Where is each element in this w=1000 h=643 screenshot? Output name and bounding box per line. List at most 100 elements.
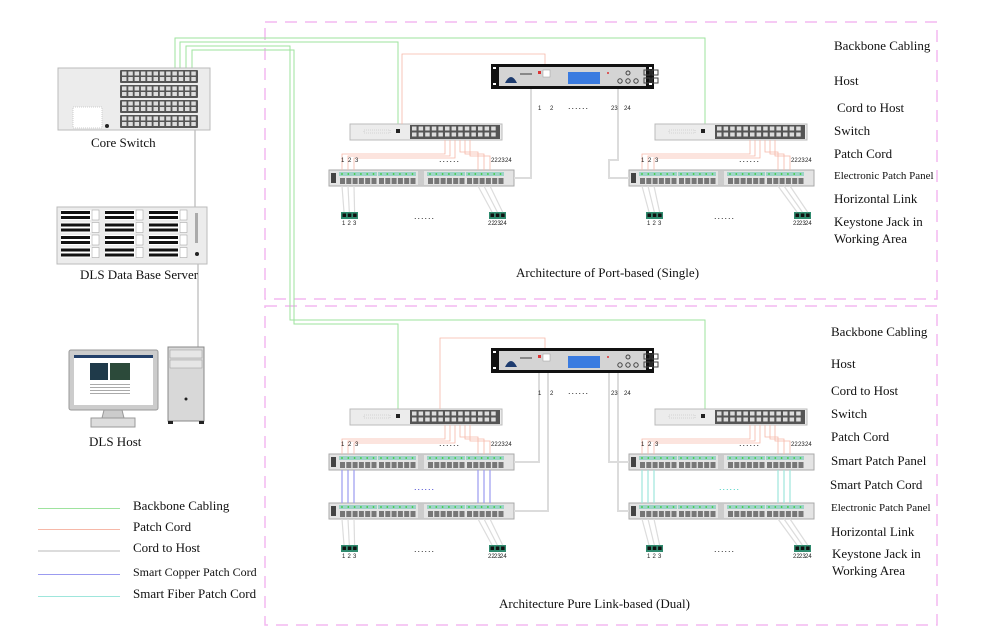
screen-text [90,384,130,385]
port [159,101,165,106]
rj45-port [428,178,433,184]
port [178,92,184,96]
horizontal-link [653,518,661,546]
status-led [711,457,714,459]
panel-label [631,173,636,183]
status-led [454,506,457,508]
status-led [538,355,541,358]
rj45-port [379,178,384,184]
led-strip [339,456,377,460]
patch-cord [464,140,485,170]
port [730,417,735,422]
panel-port-number: 1 [341,158,345,164]
drive-stripe [149,241,178,244]
rj45-port [440,511,446,517]
panel-label [331,173,336,183]
status-led [538,71,541,74]
rj45-port [459,511,465,517]
rj45-port [492,462,498,468]
status-led [441,173,444,175]
rj45-port [365,462,371,468]
horizontal-link [341,185,345,213]
rj45-port [691,511,697,517]
rj45-port [453,511,459,517]
drive-latch [135,222,144,233]
rj45-port [371,178,377,184]
core-switch [57,67,211,131]
port [471,411,476,416]
status-led [660,457,662,459]
drive-stripe [149,248,178,252]
rj45-port [434,178,440,184]
status-led [692,457,695,459]
keystone-top-left-b [489,212,506,219]
drive-latch [179,222,188,233]
status-led [380,457,382,459]
rj45-port [658,462,664,468]
status-led [760,506,763,508]
port [412,132,417,137]
panel-port-number: 1 [641,442,645,448]
rj45-port [391,511,397,517]
power-icon [105,124,109,128]
ellipsis: ...... [439,438,461,448]
jack-port-number: 3 [353,554,357,560]
horizontal-link [347,518,350,546]
status-led [353,457,356,459]
patch-cord [341,425,446,454]
port [445,411,450,416]
port [743,132,748,137]
rack-hole [649,351,652,353]
console-port [396,129,400,133]
status-led [729,506,731,508]
rj45-port [665,462,671,468]
port [783,132,788,137]
drive-latch [179,234,188,246]
tower-foot [168,421,173,424]
led-strip [727,505,765,509]
patch-cord [459,140,479,170]
legend-line-patch [38,529,120,530]
status-led [460,506,463,508]
port [147,86,152,91]
status-led [768,506,770,508]
status-led [711,173,714,175]
jack-port-number: 2 [347,554,351,560]
port [178,77,184,81]
panel-divider [418,504,424,518]
status-led [429,506,431,508]
panel-port-number: 22 [791,158,798,164]
port [763,411,768,416]
status-led [347,173,350,175]
status-led [705,457,708,459]
port [471,417,476,422]
rj45-port [352,178,358,184]
panel-divider [718,171,724,185]
panel-port-number: 3 [655,442,659,448]
rj45-port [785,511,791,517]
status-led [341,173,343,175]
port [159,116,165,121]
alarm-led [607,72,609,74]
status-led [487,457,489,459]
port [128,116,133,121]
port [159,92,165,96]
port [172,86,177,91]
port [153,122,158,126]
rj45-port [785,462,791,468]
drive-stripe [105,253,134,257]
port [425,411,430,416]
rj45-port [773,511,779,517]
rj45-port [697,462,703,468]
status-led [360,173,362,175]
port [445,132,450,137]
drive-latch [135,234,144,246]
port [185,101,190,106]
port [191,101,196,106]
port [484,417,490,422]
status-led [774,457,777,459]
rj45-port [473,511,479,517]
port [431,126,437,131]
status-led [735,457,738,459]
rj45-port [404,511,410,517]
